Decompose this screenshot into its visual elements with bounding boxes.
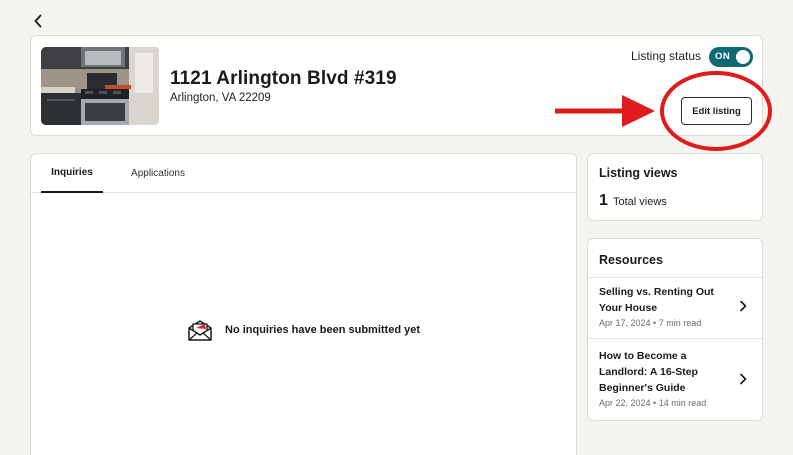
listing-views-card: Listing views 1 Total views [587,153,763,221]
tab-applications[interactable]: Applications [123,154,193,193]
total-views-count: 1 [599,192,608,209]
resources-card: Resources Selling vs. Renting Out Your H… [587,238,763,421]
listing-address: 1121 Arlington Blvd #319 [170,68,397,89]
back-chevron-icon [34,14,42,28]
toggle-knob [736,50,750,64]
chevron-right-icon [740,300,747,312]
inquiries-empty-state: No inquiries have been submitted yet [187,318,420,342]
envelope-icon [188,320,212,341]
kitchen-photo-image [41,47,159,125]
listing-status-label: Listing status [631,49,702,63]
listing-views-title: Listing views [599,166,678,180]
resource-article-link[interactable]: How to Become a Landlord: A 16-Step Begi… [588,339,762,421]
total-views-label: Total views [613,196,667,208]
article-title: Selling vs. Renting Out Your House [599,286,714,314]
article-meta: Apr 22, 2024 • 14 min read [599,398,707,408]
article-meta: Apr 17, 2024 • 7 min read [599,318,702,328]
back-button[interactable] [28,10,48,32]
resources-title: Resources [599,253,663,267]
toggle-state-text: ON [715,51,731,62]
listing-photo[interactable] [41,47,159,125]
resource-article-link[interactable]: Selling vs. Renting Out Your House Apr 1… [588,277,762,339]
inquiries-panel: Inquiries Applications No inquiries have… [30,153,577,455]
tab-inquiries[interactable]: Inquiries [41,154,103,193]
listing-status-toggle[interactable]: ON [709,47,753,67]
listing-summary-card: 1121 Arlington Blvd #319 Arlington, VA 2… [30,35,763,136]
empty-state-message: No inquiries have been submitted yet [225,324,420,336]
chevron-right-icon [740,373,747,385]
article-title: How to Become a Landlord: A 16-Step Begi… [599,350,698,394]
tab-bar: Inquiries Applications [31,154,576,193]
edit-listing-button[interactable]: Edit listing [681,97,752,125]
listing-city-state-zip: Arlington, VA 22209 [170,92,271,104]
